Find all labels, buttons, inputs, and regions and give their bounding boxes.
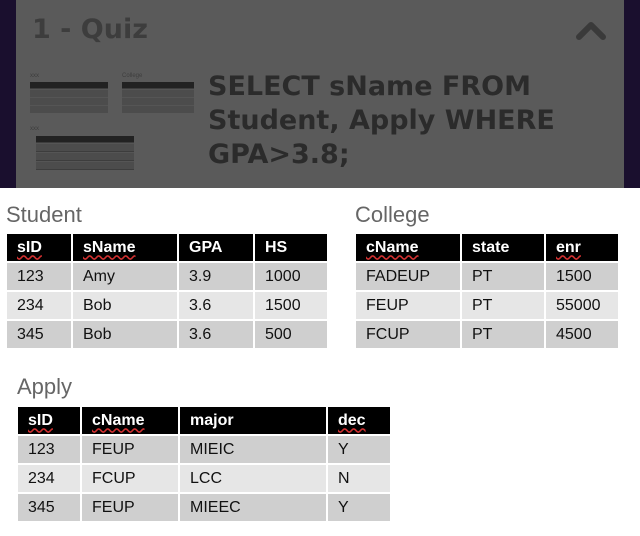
table-cell: Y: [328, 436, 390, 465]
table-cell: FCUP: [356, 321, 460, 350]
table-cell: 345: [7, 321, 71, 350]
table-row: FEUP PT 55000: [356, 292, 618, 321]
table-cell: FCUP: [82, 465, 178, 494]
table-cell: 234: [7, 292, 71, 321]
table-cell: PT: [462, 292, 544, 321]
table-row: FCUP PT 4500: [356, 321, 618, 350]
tables-thumbnail: xxx College xxx: [28, 70, 198, 180]
table-cell: 3.6: [179, 321, 253, 350]
column-header: enr: [546, 234, 618, 263]
column-header: GPA: [179, 234, 253, 263]
student-table: sID sName GPA HS 123 Amy 3.9 1000 234 Bo…: [5, 234, 329, 350]
table-cell: 500: [255, 321, 327, 350]
table-cell: LCC: [180, 465, 326, 494]
table-cell: 3.9: [179, 263, 253, 292]
table-cell: PT: [462, 263, 544, 292]
thumb-label-student: xxx: [30, 73, 39, 79]
table-cell: MIEIC: [180, 436, 326, 465]
collapse-button[interactable]: [574, 14, 608, 48]
quiz-card: 1 - Quiz xxx College xxx SELECT sName FR…: [16, 0, 624, 188]
table-row: 234 Bob 3.6 1500: [7, 292, 327, 321]
college-table: cName state enr FADEUP PT 1500 FEUP PT 5…: [354, 234, 620, 350]
quiz-question: SELECT sName FROM Student, Apply WHERE G…: [208, 71, 555, 170]
college-label: College: [355, 202, 430, 227]
table-cell: 1500: [546, 263, 618, 292]
student-label: Student: [6, 202, 82, 227]
quiz-overlay: 1 - Quiz xxx College xxx SELECT sName FR…: [0, 0, 640, 188]
table-cell: 345: [18, 494, 80, 523]
column-header: dec: [328, 407, 390, 436]
table-cell: 3.6: [179, 292, 253, 321]
table-cell: 55000: [546, 292, 618, 321]
table-cell: 234: [18, 465, 80, 494]
thumb-table-college: [122, 82, 194, 113]
table-cell: Amy: [73, 263, 177, 292]
table-row: 345 FEUP MIEEC Y: [18, 494, 390, 523]
column-header: HS: [255, 234, 327, 263]
table-row: 123 Amy 3.9 1000: [7, 263, 327, 292]
table-cell: Bob: [73, 292, 177, 321]
table-cell: 1000: [255, 263, 327, 292]
apply-table: sID cName major dec 123 FEUP MIEIC Y 234…: [16, 407, 392, 523]
column-header: state: [462, 234, 544, 263]
table-row: 123 FEUP MIEIC Y: [18, 436, 390, 465]
table-cell: FEUP: [356, 292, 460, 321]
table-cell: FEUP: [82, 436, 178, 465]
table-cell: FEUP: [82, 494, 178, 523]
table-row: 345 Bob 3.6 500: [7, 321, 327, 350]
column-header: sID: [18, 407, 80, 436]
table-cell: 123: [7, 263, 71, 292]
chevron-up-icon: [576, 22, 606, 40]
column-header: major: [180, 407, 326, 436]
table-cell: Y: [328, 494, 390, 523]
column-header: cName: [356, 234, 460, 263]
table-cell: N: [328, 465, 390, 494]
thumb-table-student: [30, 82, 108, 113]
table-cell: 1500: [255, 292, 327, 321]
table-cell: FADEUP: [356, 263, 460, 292]
table-cell: PT: [462, 321, 544, 350]
table-row: FADEUP PT 1500: [356, 263, 618, 292]
table-cell: Bob: [73, 321, 177, 350]
column-header: sID: [7, 234, 71, 263]
table-cell: MIEEC: [180, 494, 326, 523]
column-header: cName: [82, 407, 178, 436]
apply-label: Apply: [17, 374, 73, 399]
thumb-label-apply: xxx: [30, 126, 39, 132]
table-row: 234 FCUP LCC N: [18, 465, 390, 494]
table-cell: 4500: [546, 321, 618, 350]
table-cell: 123: [18, 436, 80, 465]
thumb-label-college: College: [122, 73, 143, 79]
column-header: sName: [73, 234, 177, 263]
thumb-table-apply: [36, 136, 134, 170]
quiz-title: 1 - Quiz: [32, 14, 148, 45]
